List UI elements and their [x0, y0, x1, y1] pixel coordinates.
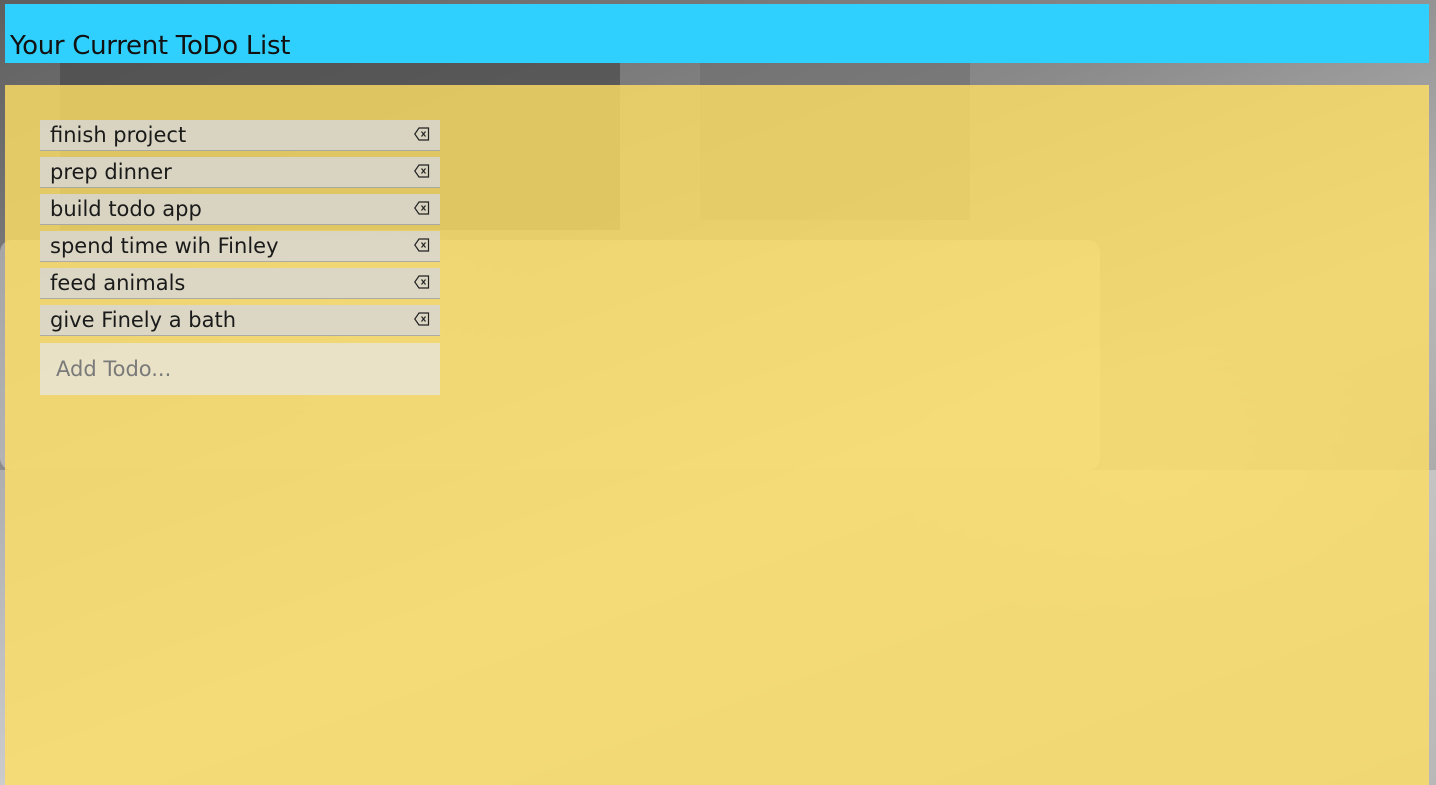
backspace-x-icon[interactable]: [414, 275, 430, 289]
todo-list: finish project prep dinner build todo ap…: [40, 120, 440, 342]
backspace-x-icon[interactable]: [414, 164, 430, 178]
todo-item-text: feed animals: [50, 271, 186, 295]
todo-item[interactable]: build todo app: [40, 194, 440, 225]
todo-item-text: spend time wih Finley: [50, 234, 279, 258]
todo-item-text: give Finely a bath: [50, 308, 237, 332]
add-todo-input[interactable]: [40, 343, 440, 395]
page: Your Current ToDo List finish project pr…: [0, 0, 1436, 785]
page-title: Your Current ToDo List: [10, 31, 291, 61]
backspace-x-icon[interactable]: [414, 238, 430, 252]
backspace-x-icon[interactable]: [414, 201, 430, 215]
app-header: Your Current ToDo List: [5, 4, 1429, 63]
todo-panel: finish project prep dinner build todo ap…: [5, 85, 1429, 785]
todo-item[interactable]: feed animals: [40, 268, 440, 299]
todo-item-text: finish project: [50, 123, 187, 147]
todo-item-text: build todo app: [50, 197, 202, 221]
todo-item-text: prep dinner: [50, 160, 172, 184]
backspace-x-icon[interactable]: [414, 312, 430, 326]
todo-item[interactable]: give Finely a bath: [40, 305, 440, 336]
todo-item[interactable]: spend time wih Finley: [40, 231, 440, 262]
todo-item[interactable]: prep dinner: [40, 157, 440, 188]
todo-item[interactable]: finish project: [40, 120, 440, 151]
backspace-x-icon[interactable]: [414, 127, 430, 141]
